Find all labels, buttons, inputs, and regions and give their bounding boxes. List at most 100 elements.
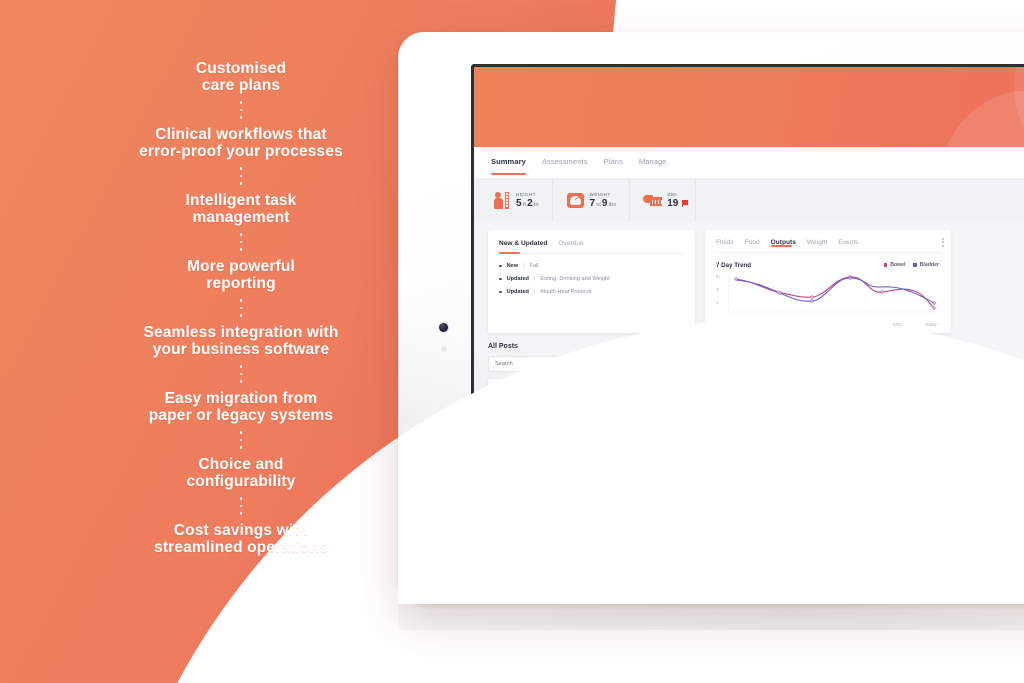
vital-value: 19 bbox=[667, 198, 689, 209]
search-icon[interactable] bbox=[630, 361, 637, 369]
chart-legend: Bowel Bladder bbox=[884, 262, 939, 268]
post-comment-text: Ornie drank half of her morning coffee. … bbox=[838, 390, 1024, 405]
vital-value-major: 7 bbox=[589, 197, 596, 209]
feature-item: Intelligent task management bbox=[185, 192, 297, 226]
tab-events[interactable]: Events bbox=[838, 239, 858, 246]
tab-plans[interactable]: Plans bbox=[604, 157, 623, 168]
bullet-icon bbox=[499, 290, 502, 294]
update-title: Fall bbox=[529, 263, 539, 269]
main-nav-tabs: Summary Assessments Plans Manage bbox=[474, 147, 1024, 179]
trend-line-svg bbox=[728, 272, 938, 313]
mood-emoji-icon bbox=[822, 437, 831, 446]
feature-separator-dots bbox=[78, 160, 404, 192]
vital-value-minor: 2 bbox=[527, 197, 533, 209]
tab-fluids[interactable]: Fluids bbox=[716, 239, 734, 246]
table-row[interactable]: INPUTS & OUTPUTS By Dan Charlton at 11:1… bbox=[488, 423, 1024, 460]
weight-scale-icon bbox=[566, 191, 585, 210]
tab-overdue[interactable]: Overdue bbox=[558, 240, 583, 247]
vital-unit-minor: lbs bbox=[608, 201, 617, 208]
tablet-screen-bezel: Summary Assessments Plans Manage HEIGHT bbox=[471, 64, 1024, 572]
page-title: All Posts bbox=[488, 343, 518, 350]
feature-separator-dots bbox=[78, 358, 404, 390]
legend-swatch bbox=[913, 263, 917, 267]
feature-item: Cost savings with streamlined operations bbox=[154, 522, 328, 556]
legend-item-bowel: Bowel bbox=[884, 262, 905, 268]
metric-value: 50 ml of 250 ml bbox=[718, 396, 773, 406]
x-tick-label: 6/03 bbox=[796, 322, 805, 327]
search-box[interactable] bbox=[488, 356, 643, 372]
feature-item: Choice and configurability bbox=[186, 456, 296, 490]
vital-unit-minor: in bbox=[533, 201, 539, 208]
search-input[interactable] bbox=[495, 361, 636, 367]
vital-height[interactable]: HEIGHT 5 ft 2 in bbox=[488, 179, 553, 221]
table-row[interactable]: INPUTS & OUTPUTS By Dan Charlton at 11:1… bbox=[488, 379, 1024, 416]
update-status: Updated bbox=[506, 289, 529, 295]
vital-value: 5 ft 2 in bbox=[516, 198, 539, 209]
feature-separator-dots bbox=[78, 226, 404, 258]
app-screen: Summary Assessments Plans Manage HEIGHT bbox=[474, 67, 1024, 569]
metric-value: 50 ml of 250 ml bbox=[718, 440, 773, 450]
post-summary: INPUTS & OUTPUTS By Dan Charlton at 11:1… bbox=[488, 423, 685, 460]
update-title: Eating, Drinking and Weight bbox=[540, 276, 610, 282]
updates-card-tabs: New & Updated Overdue bbox=[499, 240, 684, 254]
x-tick-label: 8/03 bbox=[860, 322, 870, 327]
vital-value-minor: 9 bbox=[601, 197, 608, 209]
list-item[interactable]: Updated | Mouth Heal Protocol bbox=[499, 289, 684, 295]
tab-outputs[interactable]: Outputs bbox=[770, 239, 796, 247]
posts-toolbar: + New Post bbox=[488, 356, 1024, 372]
post-type: INPUTS & OUTPUTS bbox=[498, 390, 559, 396]
feature-item: Clinical workflows that error-proof your… bbox=[139, 126, 343, 160]
vital-bmi[interactable]: BMI 19 bbox=[630, 179, 697, 221]
header-decoration-blob bbox=[938, 91, 1024, 147]
bullet-icon bbox=[499, 264, 502, 268]
tab-assessments[interactable]: Assessments bbox=[542, 157, 588, 168]
list-item[interactable]: Updated | Eating, Drinking and Weight bbox=[499, 276, 684, 282]
vital-label: WEIGHT bbox=[589, 191, 611, 197]
mood-emoji-icon bbox=[822, 393, 831, 402]
filter-sliders-icon[interactable] bbox=[652, 358, 664, 370]
tab-manage[interactable]: Manage bbox=[639, 157, 667, 168]
feature-separator-dots bbox=[78, 490, 404, 522]
tablet-device: Summary Assessments Plans Manage HEIGHT bbox=[398, 32, 1024, 604]
tape-measure-icon bbox=[643, 191, 663, 210]
updates-list: New | Fall Updated | Eating, Drinking an… bbox=[499, 254, 684, 295]
camera-icon bbox=[439, 323, 448, 332]
list-item[interactable]: New | Fall bbox=[499, 263, 684, 269]
cards-row: New & Updated Overdue New | Fall Updated… bbox=[488, 230, 1024, 333]
trend-chart-card: Fluids Food Outputs Weight Events 7 Day … bbox=[705, 230, 951, 333]
update-title: Mouth Heal Protocol bbox=[540, 289, 592, 295]
person-ruler-icon bbox=[492, 191, 511, 210]
drink-emoji-icon bbox=[757, 433, 765, 439]
metric-label: FLUID INTAKE bbox=[718, 433, 767, 439]
removed-note: Removed by Dan Charlton at 11:28 bbox=[490, 467, 569, 473]
tab-weight[interactable]: Weight bbox=[807, 239, 827, 246]
kebab-menu-icon[interactable] bbox=[942, 238, 944, 247]
feature-separator-dots bbox=[78, 292, 404, 324]
legend-swatch bbox=[884, 263, 888, 267]
sensor-icon bbox=[441, 346, 447, 352]
post-comment: Ornie drank half of her morning coffee. … bbox=[813, 423, 1024, 460]
tab-new-updated[interactable]: New & Updated bbox=[499, 240, 547, 247]
post-metric: FLUID INTAKE 50 ml of 250 ml bbox=[685, 423, 813, 460]
post-summary: INPUTS & OUTPUTS By Dan Charlton at 11:1… bbox=[488, 379, 685, 416]
update-separator: | bbox=[533, 276, 536, 282]
feature-item: More powerful reporting bbox=[187, 258, 295, 292]
feature-separator-dots bbox=[78, 424, 404, 456]
vital-value: 7st 9 lbs bbox=[590, 198, 617, 209]
post-author: By Dan Charlton at 11:13 bbox=[498, 399, 554, 405]
update-status: Updated bbox=[506, 276, 529, 282]
tab-food[interactable]: Food bbox=[745, 239, 760, 246]
vital-unit-major: st bbox=[596, 201, 601, 208]
app-header bbox=[474, 67, 1024, 147]
drink-emoji-icon bbox=[757, 389, 765, 395]
feature-item: Easy migration from paper or legacy syst… bbox=[148, 390, 334, 424]
new-updated-card: New & Updated Overdue New | Fall Updated… bbox=[488, 230, 695, 333]
update-separator: | bbox=[523, 263, 525, 269]
x-tick-label: Today bbox=[925, 322, 937, 327]
chart-x-axis-labels: 4/03 5/03 6/03 7/03 8/03 9/03 Today bbox=[732, 322, 937, 327]
chart-plot-area: 5+ 3 1 4/03 5/03 6/03 7/03 8/03 9/03 Tod… bbox=[716, 272, 941, 327]
feature-item: Customised care plans bbox=[195, 60, 287, 94]
x-tick-label: 5/03 bbox=[764, 322, 773, 327]
tab-summary[interactable]: Summary bbox=[491, 157, 526, 175]
vital-weight[interactable]: WEIGHT 7st 9 lbs bbox=[553, 179, 631, 221]
